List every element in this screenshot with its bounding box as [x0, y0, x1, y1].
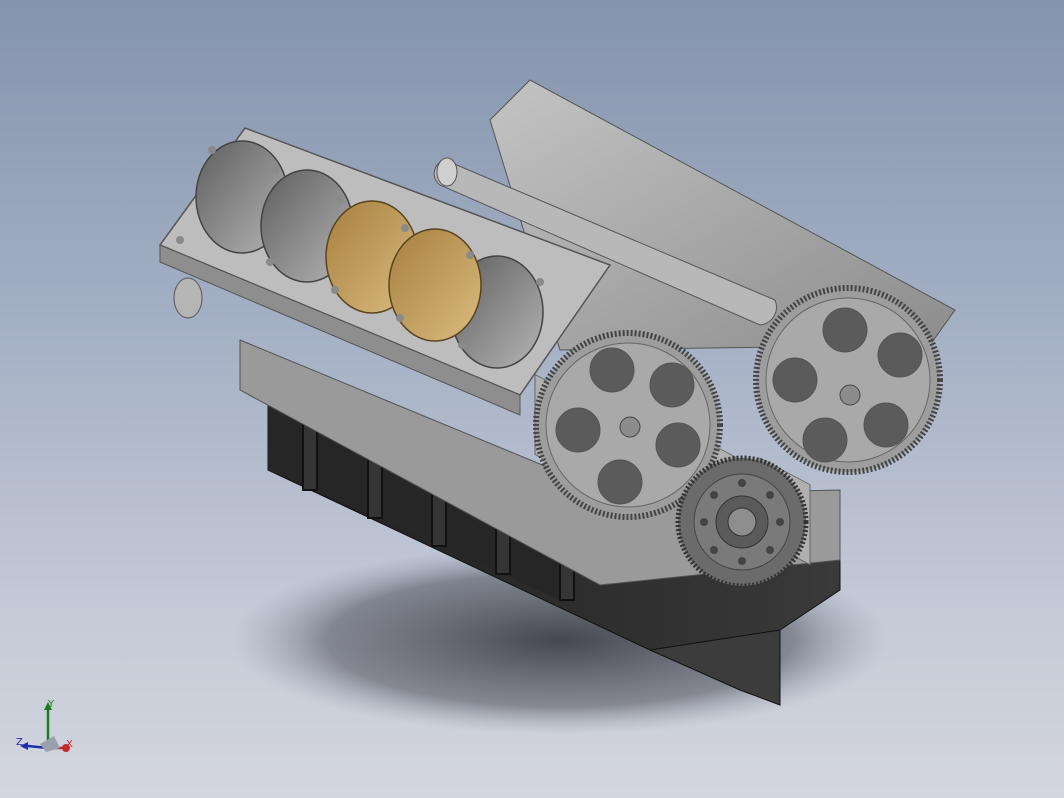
triad-axes-icon	[20, 702, 70, 752]
triad-z-label: Z	[16, 737, 23, 748]
triad-x-label: X	[66, 739, 73, 750]
engine-block-model[interactable]	[0, 0, 1064, 798]
cam-gear-right[interactable]	[753, 285, 943, 475]
crank-gear[interactable]	[675, 455, 809, 589]
graphics-viewport[interactable]: Y X Z	[0, 0, 1064, 798]
view-triad[interactable]: Y X Z	[14, 698, 78, 762]
piston-2[interactable]	[388, 228, 482, 342]
triad-y-label: Y	[48, 699, 55, 710]
